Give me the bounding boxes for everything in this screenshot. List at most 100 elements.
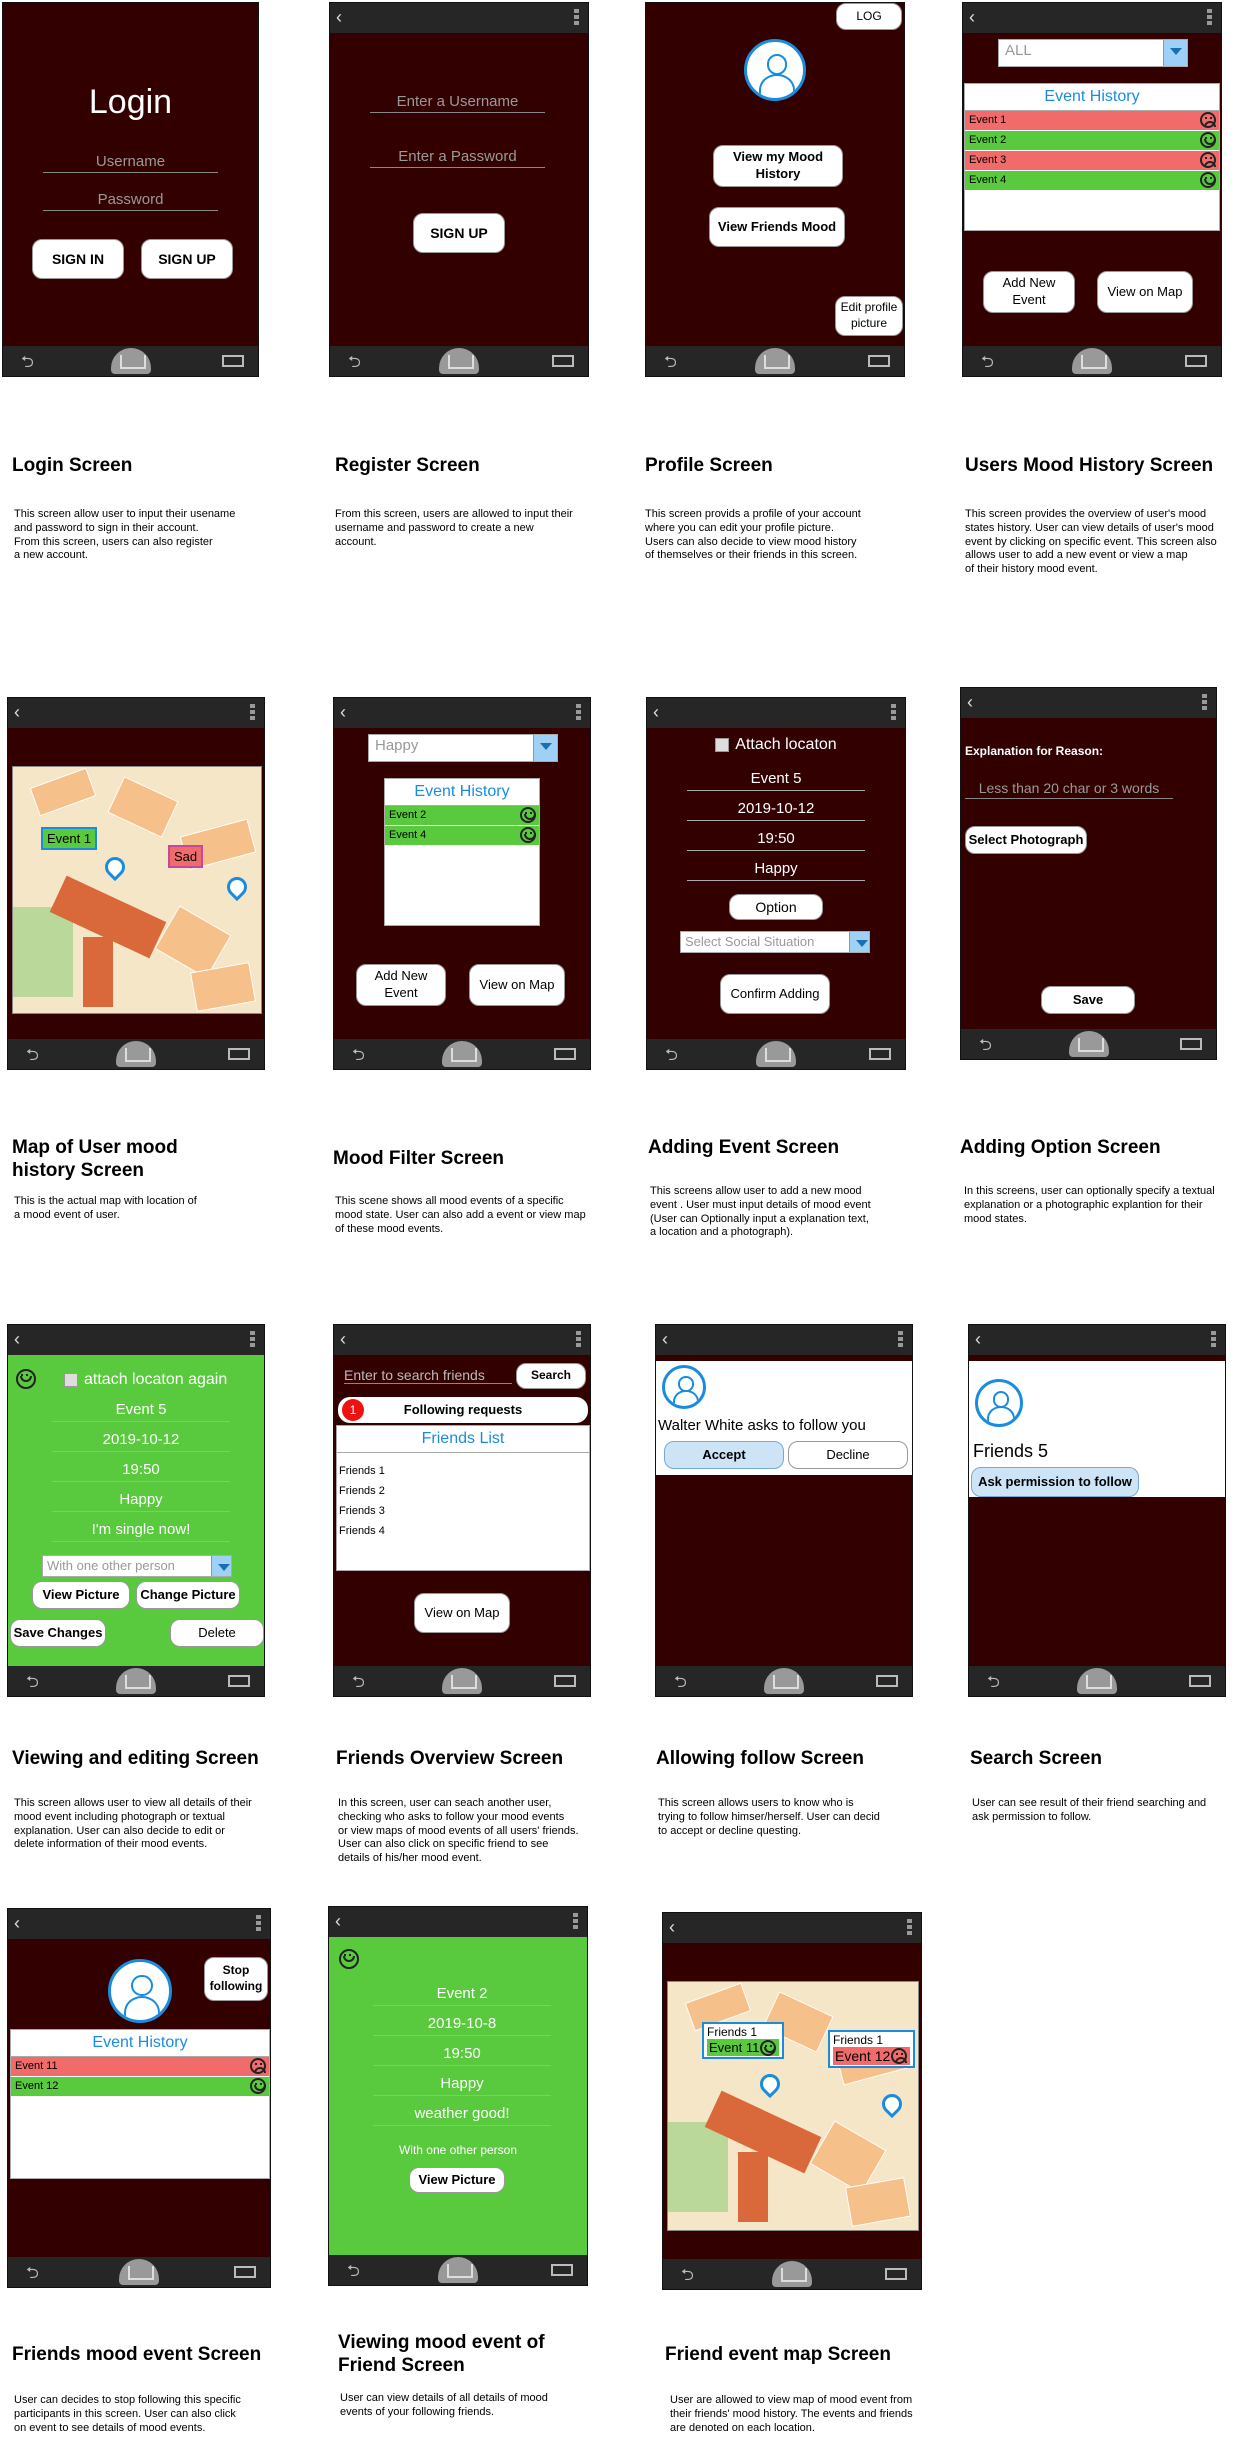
home-icon[interactable] [772,2261,812,2287]
recent-apps-icon[interactable] [554,1048,576,1060]
sign-in-button[interactable]: SIGN IN [32,239,124,279]
back-icon[interactable]: ‹ [653,702,659,722]
recent-apps-icon[interactable] [234,2266,256,2278]
back-icon[interactable]: ⮌ [26,2262,39,2287]
view-map-button[interactable]: View on Map [1097,271,1193,313]
date-field[interactable]: 2019-10-12 [52,1431,230,1452]
search-button[interactable]: Search [516,1363,586,1389]
list-item[interactable]: Event 2 [965,131,1219,151]
explanation-input[interactable]: Less than 20 char or 3 words [965,780,1173,799]
back-icon[interactable]: ‹ [662,1329,668,1349]
home-icon[interactable] [119,2259,159,2285]
add-event-button[interactable]: Add New Event [983,271,1075,313]
back-icon[interactable]: ‹ [14,1913,20,1933]
event-tag[interactable]: Event 1 [41,827,98,850]
recent-apps-icon[interactable] [552,355,574,367]
home-icon[interactable] [439,348,479,374]
menu-icon[interactable] [898,1331,904,1349]
back-icon[interactable]: ‹ [14,702,20,722]
recent-apps-icon[interactable] [551,2264,573,2276]
view-friends-button[interactable]: View Friends Mood [709,207,845,247]
back-icon[interactable]: ⮌ [26,1044,39,1069]
select-photograph-button[interactable]: Select Photograph [965,826,1087,854]
back-icon[interactable]: ⮌ [981,351,994,376]
back-icon[interactable]: ⮌ [664,351,677,376]
home-icon[interactable] [755,348,795,374]
list-item[interactable]: Friends 1 [339,1461,587,1481]
menu-icon[interactable] [576,1331,582,1349]
home-icon[interactable] [442,1041,482,1067]
option-button[interactable]: Option [729,894,823,920]
date-field[interactable]: 2019-10-12 [687,800,865,821]
mood-field[interactable]: Happy [687,860,865,881]
following-requests-button[interactable]: 1 Following requests [338,1397,588,1423]
edit-picture-button[interactable]: Edit profile picture [835,296,903,336]
home-icon[interactable] [1068,1031,1109,1057]
back-icon[interactable]: ⮌ [681,2264,694,2289]
recent-apps-icon[interactable] [1189,1675,1211,1687]
recent-apps-icon[interactable] [228,1048,250,1060]
social-situation-select[interactable]: With one other person [42,1555,232,1577]
mood-field[interactable]: Happy [52,1491,230,1512]
back-icon[interactable]: ‹ [336,7,342,27]
username-field[interactable]: Enter a Username [370,93,545,113]
search-input[interactable]: Enter to search friends [344,1367,512,1384]
ask-permission-button[interactable]: Ask permission to follow [971,1467,1139,1497]
back-icon[interactable]: ‹ [335,1911,341,1931]
home-icon[interactable] [764,1668,804,1694]
menu-icon[interactable] [256,1915,262,1933]
change-picture-button[interactable]: Change Picture [136,1581,240,1609]
add-event-button[interactable]: Add New Event [356,964,446,1006]
menu-icon[interactable] [1207,9,1213,27]
location-pin-icon[interactable] [755,2069,785,2099]
back-icon[interactable]: ⮌ [987,1671,1000,1696]
sign-up-button[interactable]: SIGN UP [413,213,505,253]
save-changes-button[interactable]: Save Changes [10,1619,106,1647]
menu-icon[interactable] [250,1331,256,1349]
event-name-field[interactable]: Event 5 [687,770,865,791]
menu-icon[interactable] [574,9,580,27]
mood-filter-select[interactable]: Happy [368,734,558,762]
list-item[interactable]: Event 11 [11,2057,269,2077]
list-item[interactable]: Friends 4 [339,1521,587,1541]
friends-mood-map[interactable]: Friends 1 Event 11 Friends 1 Event 12 [667,1981,919,2231]
event-tag[interactable]: Sad [168,845,204,868]
home-icon[interactable] [116,1041,156,1067]
event-name-field[interactable]: Event 5 [52,1401,230,1422]
view-map-button[interactable]: View on Map [469,964,565,1006]
recent-apps-icon[interactable] [869,1048,891,1060]
back-icon[interactable]: ⮌ [26,1671,39,1696]
back-icon[interactable]: ⮌ [352,1044,365,1069]
menu-icon[interactable] [907,1919,913,1937]
friend-event-tag[interactable]: Friends 1 Event 12 [828,2030,916,2068]
menu-icon[interactable] [576,704,582,722]
back-icon[interactable]: ‹ [967,692,973,712]
location-pin-icon[interactable] [100,852,130,882]
save-button[interactable]: Save [1041,986,1135,1014]
view-history-button[interactable]: View my Mood History [713,145,843,187]
password-field[interactable]: Password [43,191,218,211]
decline-button[interactable]: Decline [788,1441,908,1469]
back-icon[interactable]: ‹ [669,1917,675,1937]
sign-up-button[interactable]: SIGN UP [141,239,233,279]
confirm-adding-button[interactable]: Confirm Adding [720,974,830,1014]
list-item[interactable]: Event 4 [965,171,1219,191]
menu-icon[interactable] [573,1913,579,1931]
mood-filter-select[interactable]: ALL [998,39,1188,67]
back-icon[interactable]: ⮌ [352,1671,365,1696]
log-button[interactable]: LOG [836,3,902,30]
menu-icon[interactable] [891,704,897,722]
list-item[interactable]: Friends 2 [339,1481,587,1501]
time-field[interactable]: 19:50 [687,830,865,851]
menu-icon[interactable] [250,704,256,722]
stop-following-button[interactable]: Stop following [204,1957,268,2001]
home-icon[interactable] [756,1041,796,1067]
recent-apps-icon[interactable] [1185,355,1207,367]
list-item[interactable]: Event 1 [965,111,1219,131]
home-icon[interactable] [1077,1668,1117,1694]
recent-apps-icon[interactable] [885,2268,907,2280]
home-icon[interactable] [442,1668,482,1694]
attach-location-checkbox[interactable]: attach locaton again [64,1371,227,1389]
recent-apps-icon[interactable] [228,1675,250,1687]
back-icon[interactable]: ⮌ [979,1034,992,1059]
